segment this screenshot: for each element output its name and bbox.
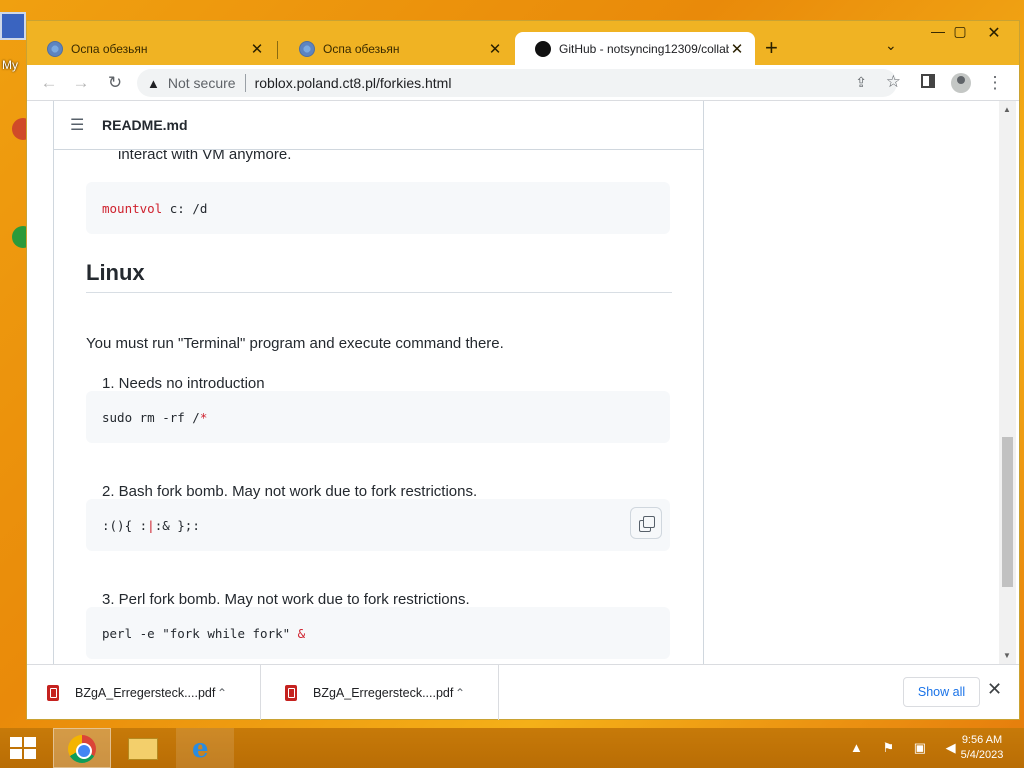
address-bar[interactable]: ▲ Not secure roblox.poland.ct8.pl/forkie… (137, 69, 901, 97)
show-all-button[interactable]: Show all (903, 677, 980, 707)
taskbar-explorer-button[interactable] (114, 728, 172, 768)
bookmark-star-icon[interactable]: ☆ (886, 72, 901, 92)
globe-favicon-icon (47, 40, 63, 57)
code-text: :& };: (154, 518, 200, 533)
globe-favicon-icon (299, 40, 315, 57)
close-tab-icon[interactable]: ✕ (249, 40, 265, 58)
list-item-1: 1. Needs no introduction (102, 375, 265, 392)
download-filename[interactable]: BZgA_Erregersteck....pdf (75, 686, 217, 700)
tab-separator (277, 41, 278, 59)
back-arrow-icon[interactable]: ← (39, 73, 59, 93)
browser-window: Оспа обезьян ✕ Оспа обезьян ✕ GitHub - n… (26, 20, 1020, 720)
maximize-icon[interactable]: ▢ (943, 23, 977, 45)
kebab-menu-icon[interactable]: ⋮ (985, 73, 1005, 93)
download-item[interactable]: BZgA_Erregersteck....pdf ⌃ (27, 665, 261, 720)
profile-avatar-icon[interactable] (951, 73, 971, 93)
code-block-perl: perl -e "fork while fork" & (86, 607, 670, 659)
close-tab-icon[interactable]: ✕ (729, 40, 745, 58)
scroll-down-arrow-icon[interactable]: ▼ (1003, 651, 1011, 660)
section-heading-linux: Linux (86, 260, 672, 293)
chrome-icon (68, 735, 96, 763)
url-text[interactable]: roblox.poland.ct8.pl/forkies.html (255, 75, 452, 91)
forward-arrow-icon[interactable]: → (71, 73, 91, 93)
code-keyword: & (297, 626, 306, 641)
code-text: c: /d (162, 201, 208, 216)
vertical-scrollbar[interactable]: ▲ ▼ (999, 101, 1016, 664)
reload-icon[interactable]: ↻ (105, 73, 125, 93)
chevron-up-icon[interactable]: ⌃ (455, 686, 465, 700)
code-block-fork-bomb: :(){ :|:& };: (86, 499, 670, 551)
side-panel-icon[interactable] (921, 74, 935, 88)
code-keyword: mountvol (102, 201, 163, 216)
taskbar: e ▲ ⚑ ▣ ◀ 9:56 AM 5/4/2023 (0, 728, 1024, 768)
code-keyword: * (199, 410, 208, 425)
taskbar-chrome-button[interactable] (53, 728, 111, 768)
download-shelf: BZgA_Erregersteck....pdf ⌃ BZgA_Erregers… (27, 664, 1019, 720)
outline-list-icon[interactable]: ☰ (70, 115, 86, 135)
code-text: perl -e "fork while fork" (102, 626, 298, 641)
readme-header: ☰ README.md (54, 101, 703, 150)
warning-triangle-icon[interactable]: ▲ (147, 76, 160, 91)
internet-explorer-icon: e (192, 734, 209, 764)
tab-search-chevron-icon[interactable]: ⌄ (885, 37, 897, 54)
close-download-bar-icon[interactable]: ✕ (987, 679, 1002, 700)
code-text: :(){ : (102, 518, 148, 533)
readme-filename: README.md (102, 117, 188, 133)
pdf-file-icon (47, 684, 59, 701)
taskbar-clock[interactable]: 9:56 AM 5/4/2023 (952, 733, 1012, 763)
taskbar-ie-button[interactable]: e (176, 728, 234, 768)
text-caret: | (147, 518, 155, 533)
download-item[interactable]: BZgA_Erregersteck....pdf ⌃ (265, 665, 499, 720)
tab-title: Оспа обезьян (323, 41, 400, 56)
new-tab-icon[interactable]: + (765, 35, 778, 61)
intro-paragraph: You must run "Terminal" program and exec… (86, 335, 504, 352)
code-text: sudo rm -rf / (102, 410, 200, 425)
share-icon[interactable]: ⇪ (855, 74, 867, 91)
tab-strip: Оспа обезьян ✕ Оспа обезьян ✕ GitHub - n… (27, 21, 1019, 65)
tab-monkeypox-1[interactable]: Оспа обезьян ✕ (27, 32, 275, 65)
windows-start-icon[interactable] (10, 737, 38, 761)
tab-github[interactable]: GitHub - notsyncing12309/collab ✕ (515, 32, 755, 65)
close-tab-icon[interactable]: ✕ (487, 40, 503, 58)
clock-time: 9:56 AM (961, 734, 1003, 746)
readme-panel: interact with VM anymore. mountvol c: /d… (53, 101, 704, 664)
system-tray-icons[interactable]: ▲ ⚑ ▣ ◀ (850, 740, 964, 756)
close-window-icon[interactable]: ✕ (977, 23, 1011, 45)
github-favicon-icon (535, 40, 551, 57)
tab-title: Оспа обезьян (71, 41, 148, 56)
browser-toolbar: ← → ↻ ▲ Not secure roblox.poland.ct8.pl/… (27, 65, 1019, 101)
desktop-icon-label: My (2, 58, 18, 72)
scroll-up-arrow-icon[interactable]: ▲ (1003, 105, 1011, 114)
address-divider (244, 74, 246, 92)
folder-icon (128, 738, 158, 760)
security-status[interactable]: Not secure (168, 75, 236, 91)
code-block-rm: sudo rm -rf /* (86, 391, 670, 443)
pdf-file-icon (285, 684, 297, 701)
desktop-computer-icon[interactable] (0, 12, 26, 40)
copy-to-clipboard-icon[interactable] (630, 507, 662, 539)
tab-monkeypox-2[interactable]: Оспа обезьян ✕ (279, 32, 513, 65)
tab-title: GitHub - notsyncing12309/collab (559, 41, 729, 56)
list-item-2: 2. Bash fork bomb. May not work due to f… (102, 483, 478, 500)
scrollbar-thumb[interactable] (1002, 437, 1013, 587)
list-item-3: 3. Perl fork bomb. May not work due to f… (102, 591, 470, 608)
clock-date: 5/4/2023 (960, 749, 1004, 761)
page-viewport: interact with VM anymore. mountvol c: /d… (27, 101, 1019, 664)
code-block-mountvol: mountvol c: /d (86, 182, 670, 234)
download-filename[interactable]: BZgA_Erregersteck....pdf (313, 686, 455, 700)
chevron-up-icon[interactable]: ⌃ (217, 686, 227, 700)
